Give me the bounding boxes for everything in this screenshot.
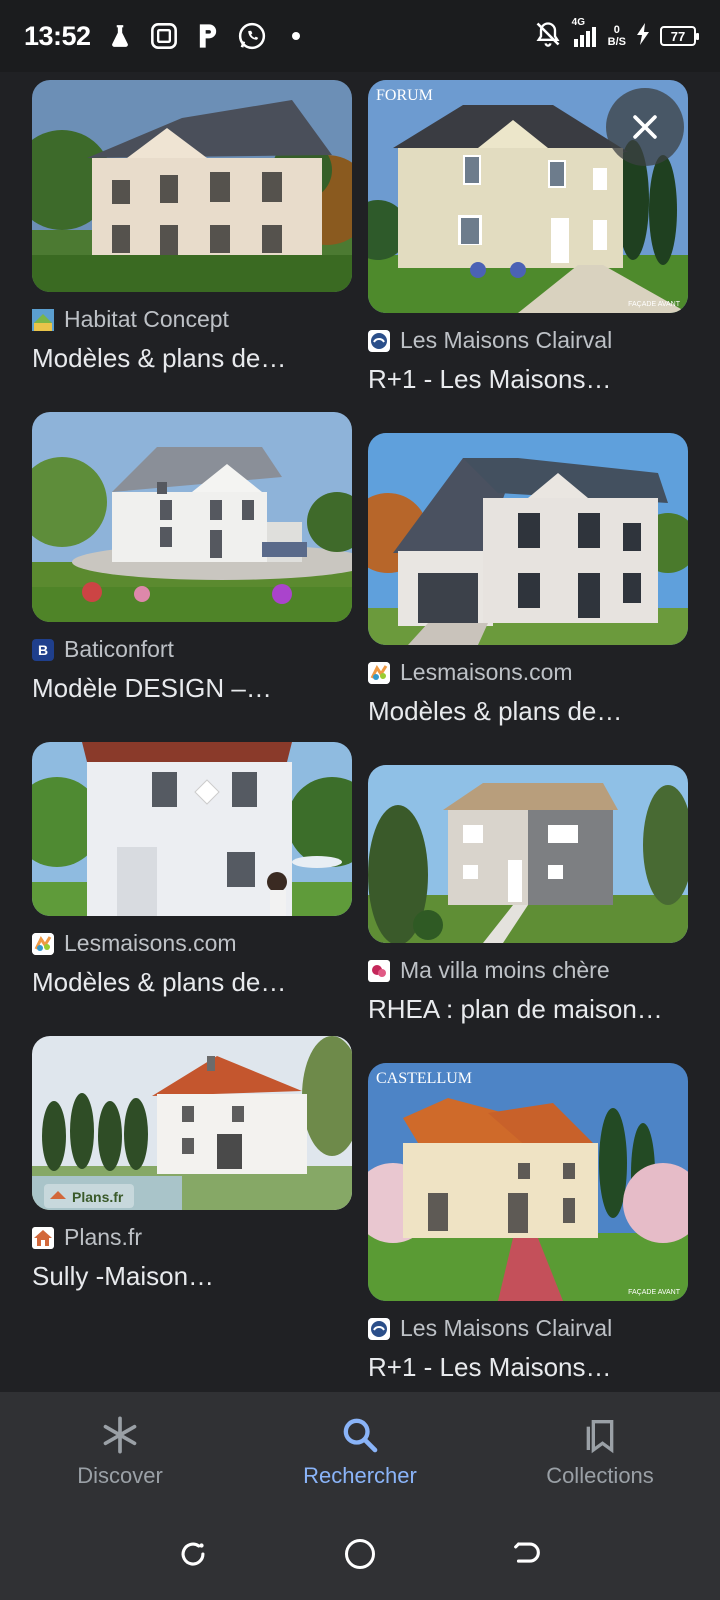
network-speed: 0 B/S	[607, 24, 626, 48]
result-image[interactable]: CASTELLUM FAÇADE AVANT	[368, 1063, 688, 1301]
clock: 13:52	[24, 20, 91, 51]
result-title[interactable]: Modèles & plans de…	[32, 343, 352, 374]
bottom-navigation: Discover Rechercher Collections	[0, 1392, 720, 1512]
result-title[interactable]: Modèles & plans de…	[32, 967, 352, 998]
result-card[interactable]: Lesmaisons.com Modèles & plans de…	[368, 433, 688, 727]
plans-watermark: Plans.fr	[72, 1189, 124, 1205]
result-image[interactable]	[32, 412, 352, 622]
result-title[interactable]: Modèle DESIGN –…	[32, 673, 352, 704]
image-overlay-title: CASTELLUM	[376, 1070, 472, 1087]
result-source[interactable]: Les Maisons Clairval	[368, 1315, 688, 1342]
result-image[interactable]	[368, 433, 688, 645]
image-overlay-title: FORUM	[376, 87, 433, 104]
nav-discover-label: Discover	[77, 1463, 163, 1488]
result-source[interactable]: Ma villa moins chère	[368, 957, 688, 984]
nav-collections[interactable]: Collections	[480, 1392, 720, 1512]
result-card[interactable]: Plans.fr Plans.fr Sully -Maison…	[32, 1036, 352, 1292]
result-image[interactable]	[32, 742, 352, 916]
asterisk-icon	[103, 1416, 137, 1454]
charging-icon	[636, 22, 650, 50]
result-title[interactable]: Modèles & plans de…	[368, 696, 688, 727]
flask-icon	[105, 21, 135, 51]
results-column-left: Habitat Concept Modèles & plans de… B Ba…	[32, 80, 352, 1330]
image-results: Habitat Concept Modèles & plans de… B Ba…	[0, 72, 720, 1392]
plans-fr-favicon	[32, 1226, 54, 1249]
baticonfort-favicon: B	[32, 638, 54, 661]
result-image[interactable]	[32, 80, 352, 292]
notification-dot-icon	[281, 21, 311, 51]
lesmaisons-favicon	[368, 661, 390, 684]
result-card[interactable]: Lesmaisons.com Modèles & plans de…	[32, 742, 352, 998]
result-card[interactable]: CASTELLUM FAÇADE AVANT Les Maisons Clair…	[368, 1063, 688, 1383]
system-navigation-bar	[0, 1512, 720, 1600]
result-card[interactable]: B Baticonfort Modèle DESIGN –…	[32, 412, 352, 704]
lesmaisons-favicon	[32, 932, 54, 955]
parking-icon	[193, 21, 223, 51]
result-title[interactable]: RHEA : plan de maison…	[368, 994, 688, 1025]
clairval-favicon	[368, 329, 390, 352]
result-title[interactable]: R+1 - Les Maisons…	[368, 364, 688, 395]
close-icon	[633, 115, 657, 139]
habitat-concept-favicon	[32, 308, 54, 331]
recents-icon	[181, 1542, 205, 1566]
recents-button[interactable]	[176, 1537, 210, 1576]
back-button[interactable]	[510, 1537, 544, 1576]
result-card[interactable]: Habitat Concept Modèles & plans de…	[32, 80, 352, 374]
result-image[interactable]	[368, 765, 688, 943]
result-title[interactable]: R+1 - Les Maisons…	[368, 1352, 688, 1383]
status-bar: 13:52 4G 0 B/S 77	[0, 0, 720, 72]
signal-icon: 4G	[572, 17, 598, 47]
close-button[interactable]	[606, 88, 684, 166]
whatsapp-icon	[237, 21, 267, 51]
home-circle-icon	[345, 1538, 375, 1569]
result-source[interactable]: Lesmaisons.com	[368, 659, 688, 686]
result-source[interactable]: Habitat Concept	[32, 306, 352, 333]
collections-icon	[586, 1420, 614, 1454]
search-icon	[343, 1418, 378, 1453]
result-source[interactable]: B Baticonfort	[32, 636, 352, 663]
home-button[interactable]	[342, 1536, 378, 1577]
result-source[interactable]: Plans.fr	[32, 1224, 352, 1251]
photo-app-icon	[149, 21, 179, 51]
image-corner-label: FAÇADE AVANT	[628, 301, 681, 308]
result-source[interactable]: Les Maisons Clairval	[368, 327, 688, 354]
result-card[interactable]: Ma villa moins chère RHEA : plan de mais…	[368, 765, 688, 1025]
result-title[interactable]: Sully -Maison…	[32, 1261, 352, 1292]
nav-discover[interactable]: Discover	[0, 1392, 240, 1512]
ma-villa-favicon	[368, 959, 390, 982]
clairval-favicon	[368, 1317, 390, 1340]
back-icon	[514, 1542, 540, 1563]
nav-collections-label: Collections	[546, 1463, 654, 1488]
result-image[interactable]: Plans.fr	[32, 1036, 352, 1210]
bell-off-icon	[534, 20, 562, 53]
image-corner-label: FAÇADE AVANT	[628, 1289, 681, 1296]
battery-icon: 77	[660, 26, 699, 46]
result-source[interactable]: Lesmaisons.com	[32, 930, 352, 957]
nav-search[interactable]: Rechercher	[240, 1392, 480, 1512]
results-column-right: FORUM FAÇADE AVANT Les Maisons Clairval …	[368, 80, 688, 1392]
network-type: 4G	[571, 17, 585, 28]
nav-search-label: Rechercher	[303, 1463, 417, 1488]
